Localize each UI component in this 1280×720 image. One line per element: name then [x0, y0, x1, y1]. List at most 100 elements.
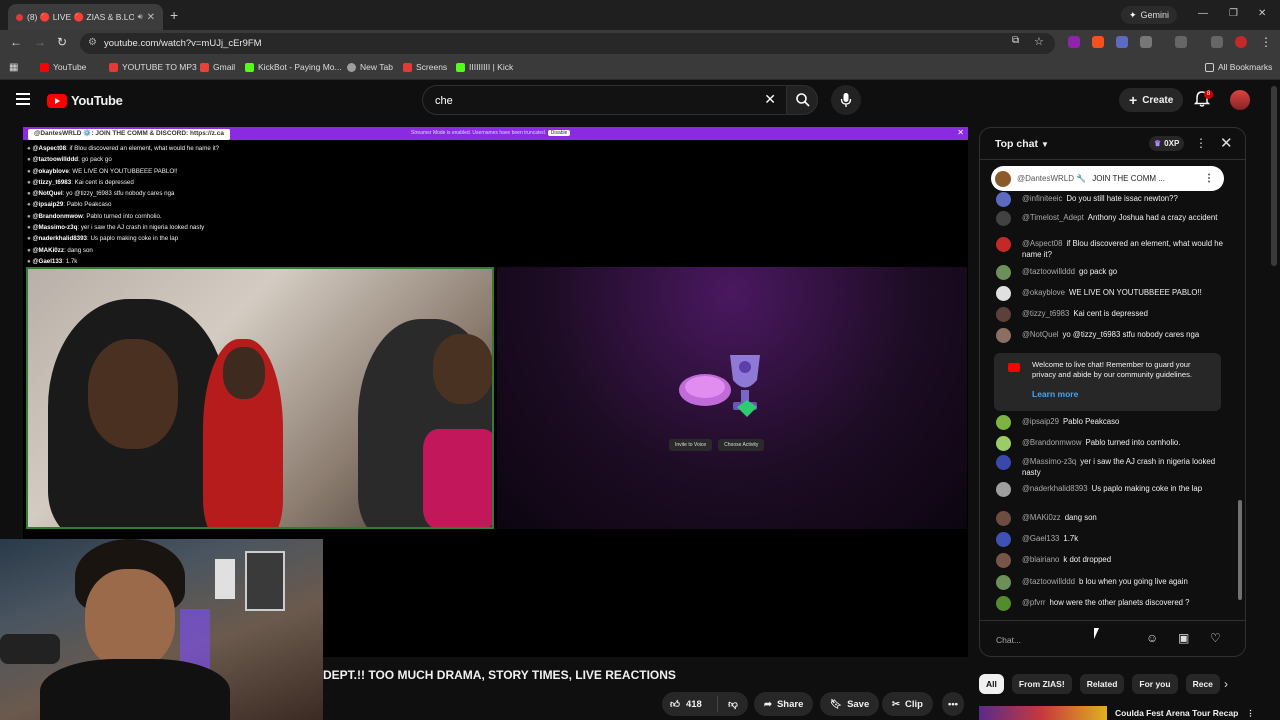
chat-message[interactable]: @Massimo-z3q yer i saw the AJ crash in ni… — [996, 455, 1226, 478]
chat-message[interactable]: @MAKi0zz dang son — [996, 511, 1226, 526]
chat-input[interactable] — [996, 632, 1106, 648]
extension-icon[interactable] — [1068, 36, 1080, 48]
chat-author[interactable]: @blairiano — [1022, 555, 1059, 564]
xp-badge[interactable]: ♛ 0XP — [1149, 136, 1185, 151]
chat-message[interactable]: @NotQuel yo @tizzy_t6983 stfu nobody care… — [996, 328, 1226, 343]
pinned-chat-message[interactable]: @DantesWRLD 🔧 JOIN THE COMM ... ⋮ — [991, 166, 1224, 191]
search-button[interactable] — [786, 85, 818, 115]
chip-from-zias[interactable]: From ZIAS! — [1011, 674, 1072, 694]
chat-message[interactable]: @taztoowillddd go pack go — [996, 265, 1226, 280]
bookmark-screens[interactable]: Screens — [403, 62, 447, 72]
chat-author[interactable]: @Gael133 — [1022, 534, 1059, 543]
browser-menu-icon[interactable]: ⋮ — [1260, 35, 1272, 49]
chip-for-you[interactable]: For you — [1132, 674, 1178, 694]
chip-all[interactable]: All — [979, 674, 1004, 694]
chat-mode-dropdown[interactable]: Top chat ▼ — [995, 138, 1049, 150]
bookmark-gmail[interactable]: Gmail — [200, 62, 235, 72]
chat-message[interactable]: @ipsaip29 Pablo Peakcaso — [996, 415, 1226, 430]
all-bookmarks[interactable]: All Bookmarks — [1205, 62, 1272, 72]
tab-close-icon[interactable]: ✕ — [147, 12, 155, 23]
clear-search-icon[interactable]: ✕ — [764, 91, 776, 108]
chat-author[interactable]: @NotQuel — [1022, 330, 1059, 339]
super-chat-icon[interactable]: ▣ — [1178, 631, 1189, 645]
chat-message[interactable]: @Gael133 1.7k — [996, 532, 1226, 547]
related-video[interactable]: Coulda Fest Arena Tour Recap ⋮ — [979, 706, 1255, 720]
chat-message[interactable]: @infiniteeic Do you still hate issac newt… — [996, 192, 1226, 207]
create-button[interactable]: + Create — [1119, 88, 1184, 112]
forward-icon[interactable]: → — [34, 35, 46, 49]
pinned-more-icon[interactable]: ⋮ — [1204, 173, 1214, 184]
extension-icon[interactable] — [1092, 36, 1104, 48]
chat-author[interactable]: @Timelost_Adept — [1022, 213, 1084, 222]
chat-message[interactable]: @pfvrr how were the other planets discove… — [996, 596, 1226, 611]
like-button[interactable]: 👍︎ 418 — [662, 696, 718, 712]
chat-author[interactable]: @tizzy_t6983 — [1022, 309, 1069, 318]
url-bar[interactable]: ⚙ youtube.com/watch?v=mUJj_cEr9FM — [80, 33, 1055, 54]
hamburger-menu-icon[interactable] — [16, 93, 30, 105]
minimize-icon[interactable]: — — [1198, 8, 1208, 19]
more-actions-button[interactable]: ••• — [942, 692, 964, 716]
chat-scrollbar[interactable] — [1238, 500, 1242, 600]
learn-more-link[interactable]: Learn more — [1032, 389, 1078, 399]
chat-message[interactable]: @Timelost_Adept Anthony Joshua had a craz… — [996, 211, 1226, 226]
chat-close-icon[interactable]: ✕ — [1220, 134, 1233, 152]
chip-rece[interactable]: Rece — [1185, 674, 1220, 694]
site-info-icon[interactable]: ⚙ — [88, 37, 97, 48]
chat-message[interactable]: @taztoowillddd b lou when you going live … — [996, 575, 1226, 590]
chat-author[interactable]: @Brandonmwow — [1022, 438, 1082, 447]
media-icon[interactable] — [1211, 36, 1223, 48]
chat-more-icon[interactable]: ⋮ — [1195, 136, 1207, 150]
chip-related[interactable]: Related — [1079, 674, 1125, 694]
heart-icon[interactable]: ♡ — [1210, 631, 1221, 645]
window-close-icon[interactable]: ✕ — [1258, 8, 1266, 19]
chat-author[interactable]: @Aspect08 — [1022, 239, 1062, 248]
chat-author[interactable]: @taztoowillddd — [1022, 267, 1075, 276]
chat-message[interactable]: @naderkhalid8393 Us paplo making coke in … — [996, 482, 1226, 497]
chat-author[interactable]: @naderkhalid8393 — [1022, 484, 1088, 493]
page-scrollbar[interactable] — [1271, 86, 1277, 266]
chat-author[interactable]: @Massimo-z3q — [1022, 457, 1076, 466]
dislike-button[interactable]: 👎︎ — [718, 698, 748, 710]
extensions-puzzle-icon[interactable] — [1140, 36, 1152, 48]
chat-author[interactable]: @ipsaip29 — [1022, 417, 1059, 426]
chat-author[interactable]: @pfvrr — [1022, 598, 1046, 607]
account-avatar[interactable] — [1230, 90, 1250, 110]
chevron-right-icon[interactable]: › — [1224, 677, 1228, 691]
install-icon[interactable]: ⧉ — [1012, 35, 1019, 46]
extension-icon[interactable] — [1116, 36, 1128, 48]
chat-message[interactable]: @okayblove WE LIVE ON YOUTUBBEEE PABLO!! — [996, 286, 1226, 301]
voice-search-button[interactable] — [831, 85, 861, 115]
gemini-button[interactable]: ✦ Gemini — [1121, 6, 1178, 24]
youtube-logo[interactable]: YouTube — [47, 93, 123, 108]
emoji-icon[interactable]: ☺ — [1146, 631, 1158, 645]
chat-message[interactable]: @blairiano k dot dropped — [996, 553, 1226, 568]
youtube-icon — [109, 62, 118, 72]
chat-message[interactable]: @Aspect08 if Blou discovered an element, … — [996, 237, 1226, 260]
chat-author[interactable]: @infiniteeic — [1022, 194, 1062, 203]
chat-author[interactable]: @MAKi0zz — [1022, 513, 1061, 522]
browser-tab[interactable]: (8) 🔴 LIVE 🔴 ZIAS & B.LOU 🔊︎ ✕ — [8, 4, 163, 30]
chat-author[interactable]: @okayblove — [1022, 288, 1065, 297]
restore-icon[interactable]: ❐ — [1229, 8, 1238, 19]
bookmark-star-icon[interactable]: ☆ — [1034, 35, 1044, 48]
bookmark-new-tab[interactable]: New Tab — [347, 62, 393, 72]
reload-icon[interactable]: ↻ — [57, 35, 67, 49]
search-input[interactable] — [435, 92, 735, 109]
bookmark-kickbot[interactable]: KickBot - Paying Mo... — [245, 62, 342, 72]
save-button[interactable]: 🔖︎ Save — [820, 692, 880, 716]
back-icon[interactable]: ← — [10, 35, 22, 49]
bookmark-youtube-to-mp3[interactable]: YOUTUBE TO MP3 — [109, 62, 197, 72]
chat-message[interactable]: @tizzy_t6983 Kai cent is depressed — [996, 307, 1226, 322]
chat-author[interactable]: @taztoowillddd — [1022, 577, 1075, 586]
sidepanel-icon[interactable] — [1175, 36, 1187, 48]
related-more-icon[interactable]: ⋮ — [1246, 708, 1255, 719]
bookmark-youtube[interactable]: YouTube — [40, 62, 86, 72]
new-tab-button[interactable]: + — [170, 7, 178, 23]
profile-icon[interactable] — [1235, 36, 1247, 48]
chat-message[interactable]: @Brandonmwow Pablo turned into cornholio. — [996, 436, 1226, 451]
bookmark-kick[interactable]: IIIIIIIII | Kick — [456, 62, 513, 72]
clip-button[interactable]: ✂ Clip — [882, 692, 933, 716]
apps-grid-icon[interactable]: ▦ — [9, 62, 18, 73]
speaker-icon[interactable]: 🔊︎ — [138, 12, 143, 22]
share-button[interactable]: ➦ Share — [754, 692, 814, 716]
